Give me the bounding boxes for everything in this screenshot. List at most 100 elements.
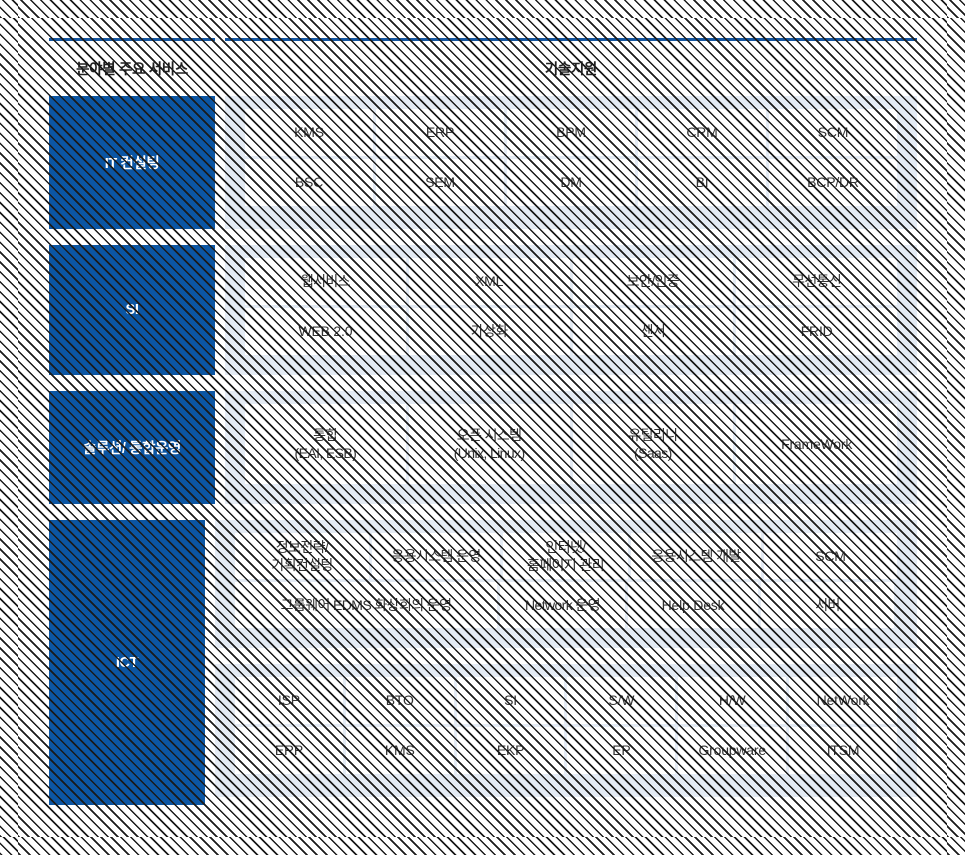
service-row: IT 컨설팅 KMS ERP BPM CRM SCM BSC SEM DM BI BCP/DR xyxy=(49,96,917,229)
service-cell-label: CRM xyxy=(686,124,718,141)
service-cell-sublabel: (Saas) xyxy=(634,445,672,461)
service-cell-bto[interactable]: BTO xyxy=(345,677,454,724)
rule-right xyxy=(225,38,917,41)
service-cell-label: 응용시스템 개발 xyxy=(651,547,741,564)
service-cell-frid[interactable]: FRID xyxy=(736,308,897,355)
service-cell-label: BTO xyxy=(385,692,414,709)
service-cell-label: 오픈 시스템 xyxy=(456,426,522,443)
service-cell-label: XML xyxy=(475,273,504,290)
service-cell-dm[interactable]: DM xyxy=(507,159,635,206)
service-row: 솔루션/ 통합운영 통합 (EAI, ESB) 오픈 시스템 (Unix, Linux)… xyxy=(49,391,917,504)
service-grid-row: BSC SEM DM BI BCP/DR xyxy=(245,159,897,206)
service-cell-label: 응용시스템 운영 xyxy=(391,547,481,564)
service-cell-isp[interactable]: ISP xyxy=(235,677,343,724)
service-cell-label: SEM xyxy=(425,174,455,191)
service-cell-웹서비스[interactable]: 웹서비스 xyxy=(245,258,406,305)
service-cell-label: 무선통신 xyxy=(792,273,842,290)
service-cell-help-desk[interactable]: Help Desk xyxy=(628,582,758,628)
service-cell-서버[interactable]: 서버 xyxy=(761,582,894,628)
service-cell-label: SCM xyxy=(817,124,849,141)
service-cell-통합[interactable]: 통합 (EAI, ESB) xyxy=(245,404,406,484)
service-cell-bpm[interactable]: BPM xyxy=(507,109,635,156)
service-cell-label: H/W xyxy=(718,692,746,709)
service-cell-bsc[interactable]: BSC xyxy=(245,159,373,206)
service-grid-row: WEB 2.0 가상화 센서 FRID xyxy=(245,308,897,355)
service-cell-label: ISP xyxy=(277,692,300,709)
diagram-sheet: 분야별 주요 서비스 기술지원 IT 컨설팅 KMS ERP BPM CRM SCM BSC… xyxy=(0,0,965,855)
service-cell-h-w[interactable]: H/W xyxy=(678,677,787,724)
service-cell-오픈-시스템[interactable]: 오픈 시스템 (Unix, Linux) xyxy=(408,404,570,484)
service-cell-label: BCP/DR xyxy=(807,174,859,191)
service-cell-label: 보안/인증 xyxy=(626,273,680,290)
service-cell-무선통신[interactable]: 무선통신 xyxy=(736,258,897,305)
service-cell-label: ERP xyxy=(274,742,303,759)
service-cell-sublabel: (Unix, Linux) xyxy=(453,445,525,461)
service-panel: ISP BTO SI S/W H/W NetWork ERP KMS EKP EP Groupwar… xyxy=(215,664,917,797)
service-cell-label: Groupware xyxy=(698,742,766,759)
service-cell-보안-인증[interactable]: 보안/인증 xyxy=(572,258,734,305)
service-cell-label: BI xyxy=(695,174,709,191)
service-cell-bcp-dr[interactable]: BCP/DR xyxy=(769,159,897,206)
service-cell-label: DM xyxy=(560,174,582,191)
service-panel: 웹서비스 XML 보안/인증 무선통신 WEB 2.0 가상화 센서 FRID xyxy=(225,245,917,375)
services-table: 분야별 주요 서비스 기술지원 IT 컨설팅 KMS ERP BPM CRM SCM BSC… xyxy=(49,38,917,821)
service-cell-bi[interactable]: BI xyxy=(638,159,766,206)
service-cell-label: EKP xyxy=(496,742,525,759)
service-cell-응용시스템-운영[interactable]: 응용시스템 운영 xyxy=(372,533,500,579)
service-cell-label: S/W xyxy=(608,692,635,709)
service-cell-정보전략[interactable]: 정보전략/기획컨설팅 xyxy=(235,533,369,579)
service-cell-유틸리니[interactable]: 유틸리니 (Saas) xyxy=(572,404,734,484)
category-cell-it-컨설팅[interactable]: IT 컨설팅 xyxy=(49,96,215,229)
service-grid-row: ERP KMS EKP EP Groupware ITSM xyxy=(235,727,897,774)
service-cell-label: FRID xyxy=(800,323,833,340)
header-category-label: 분야별 주요 서비스 xyxy=(76,62,188,78)
service-cell-label: 그룹웨어 EDMS 화상회의 운영 xyxy=(280,596,452,613)
service-cell-인터넷[interactable]: 인터넷/홈페이지 관리 xyxy=(503,533,628,579)
service-grid-row: ISP BTO SI S/W H/W NetWork xyxy=(235,677,897,724)
service-cell-label: BSC xyxy=(294,174,324,191)
service-cell-ep[interactable]: EP xyxy=(567,727,676,774)
service-cell-label: 정보전략/ xyxy=(275,538,329,555)
service-cell-erp[interactable]: ERP xyxy=(376,109,504,156)
service-cell-sublabel: 기획컨설팅 xyxy=(271,557,333,573)
panel-group: 정보전략/기획컨설팅 응용시스템 운영 인터넷/홈페이지 관리 응용시스템 개발 SCM… xyxy=(215,520,917,805)
table-body: IT 컨설팅 KMS ERP BPM CRM SCM BSC SEM DM BI BCP/DR SI 웹… xyxy=(49,96,917,805)
service-row: SI 웹서비스 XML 보안/인증 무선통신 WEB 2.0 가상화 센서 FRID xyxy=(49,245,917,375)
category-cell-ict[interactable]: ICT xyxy=(49,520,205,805)
service-cell-ekp[interactable]: EKP xyxy=(456,727,565,774)
service-cell-erp[interactable]: ERP xyxy=(235,727,343,774)
service-cell-label: NetWork xyxy=(816,692,870,709)
service-cell-scm[interactable]: SCM xyxy=(769,109,897,156)
service-cell-sem[interactable]: SEM xyxy=(376,159,504,206)
service-cell-network-운영[interactable]: Network 운영 xyxy=(500,582,625,628)
service-cell-crm[interactable]: CRM xyxy=(638,109,766,156)
service-cell-groupware[interactable]: Groupware xyxy=(678,727,787,774)
service-cell-label: Help Desk xyxy=(661,596,725,613)
service-cell-label: EP xyxy=(612,742,631,759)
service-cell-label: 웹서비스 xyxy=(300,273,351,290)
service-cell-응용시스템-개발[interactable]: 응용시스템 개발 xyxy=(631,533,761,579)
service-grid-row: KMS ERP BPM CRM SCM xyxy=(245,109,897,156)
service-cell-scm[interactable]: SCM xyxy=(764,533,897,579)
service-cell-network[interactable]: NetWork xyxy=(789,677,897,724)
service-cell-label: Network 운영 xyxy=(525,596,601,613)
service-cell-그룹웨어-edms-화상회의-운영[interactable]: 그룹웨어 EDMS 화상회의 운영 xyxy=(235,582,497,628)
service-cell-s-w[interactable]: S/W xyxy=(567,677,676,724)
service-panel: KMS ERP BPM CRM SCM BSC SEM DM BI BCP/DR xyxy=(225,96,917,229)
service-cell-framework[interactable]: FrameWork xyxy=(736,404,897,484)
panel-group: KMS ERP BPM CRM SCM BSC SEM DM BI BCP/DR xyxy=(225,96,917,229)
rule-left xyxy=(49,38,215,41)
service-cell-kms[interactable]: KMS xyxy=(245,109,373,156)
service-cell-kms[interactable]: KMS xyxy=(345,727,454,774)
service-cell-sublabel: 홈페이지 관리 xyxy=(527,557,605,573)
category-cell-si[interactable]: SI xyxy=(49,245,215,375)
service-cell-si[interactable]: SI xyxy=(456,677,565,724)
service-cell-web-2-0[interactable]: WEB 2.0 xyxy=(245,308,406,355)
service-cell-센서[interactable]: 센서 xyxy=(572,308,734,355)
service-cell-label: ITSM xyxy=(826,742,860,759)
service-grid-row: 통합 (EAI, ESB) 오픈 시스템 (Unix, Linux) 유틸리니 (Saas… xyxy=(245,404,897,484)
category-cell-솔루션-통합운영[interactable]: 솔루션/ 통합운영 xyxy=(49,391,215,504)
service-cell-가상화[interactable]: 가상화 xyxy=(408,308,570,355)
service-cell-itsm[interactable]: ITSM xyxy=(789,727,897,774)
service-cell-xml[interactable]: XML xyxy=(408,258,570,305)
